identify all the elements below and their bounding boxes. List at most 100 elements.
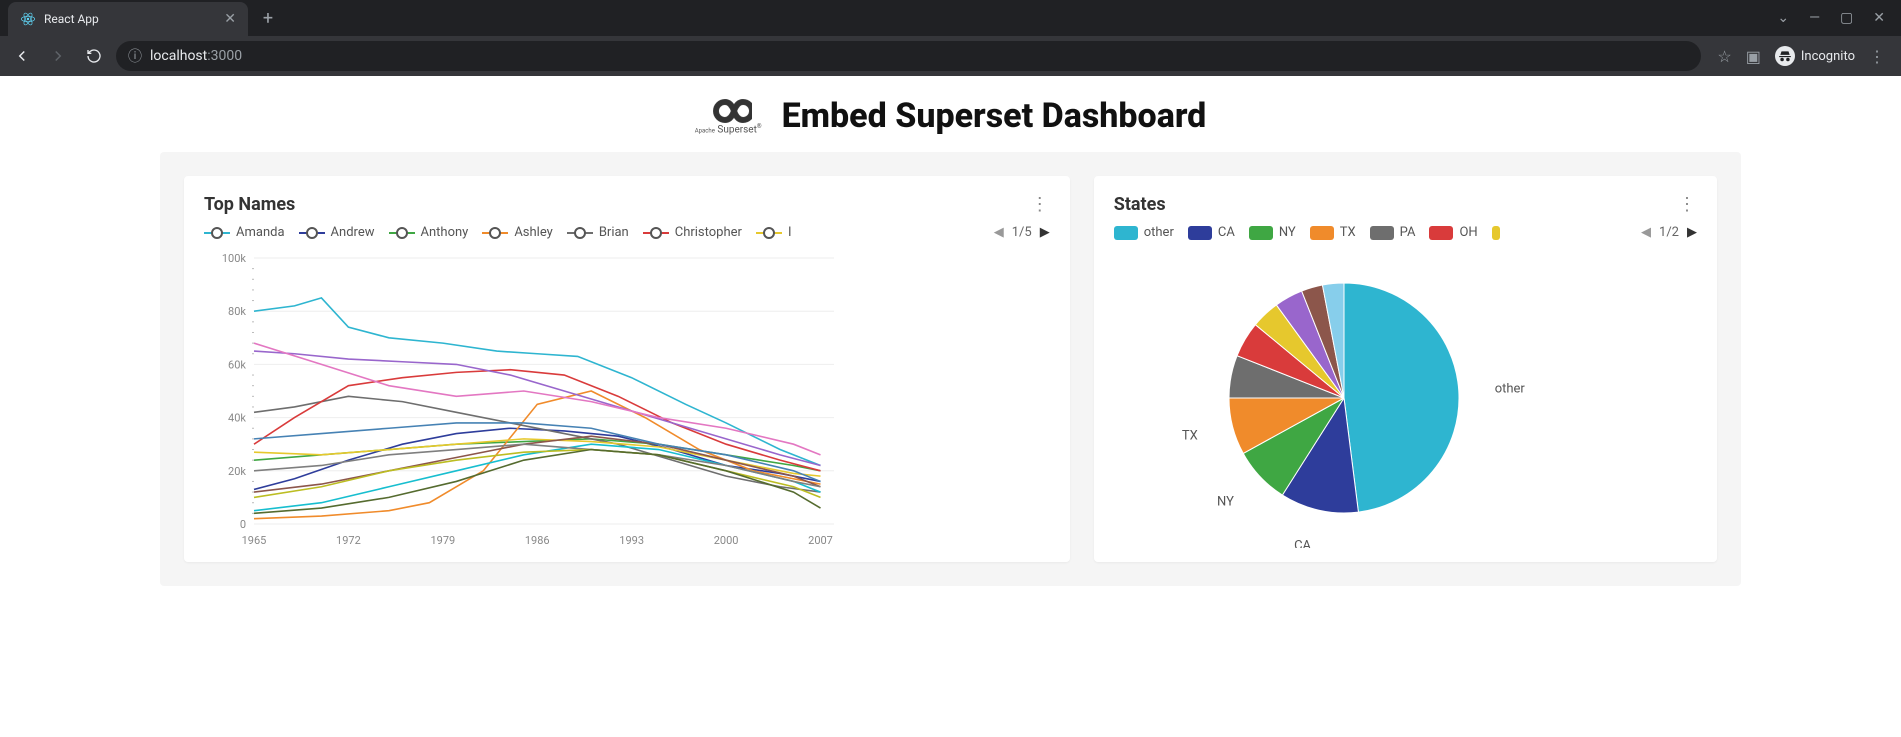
legend-label: PA <box>1400 225 1416 240</box>
window-maximize-icon[interactable]: ▢ <box>1840 10 1853 26</box>
legend-page-indicator: 1/2 <box>1659 225 1679 240</box>
svg-text:NY: NY <box>1217 494 1234 509</box>
legend-swatch-icon <box>1310 226 1334 240</box>
legend-prev-icon[interactable]: ◀ <box>994 225 1004 240</box>
legend-next-icon[interactable]: ▶ <box>1687 225 1697 240</box>
legend-item[interactable]: Anthony <box>389 225 469 240</box>
legend-item[interactable]: I <box>756 225 792 240</box>
legend-item[interactable] <box>1492 226 1506 240</box>
legend-item[interactable]: OH <box>1429 225 1477 240</box>
legend-item[interactable]: other <box>1114 225 1174 240</box>
legend-item[interactable]: Christopher <box>643 225 742 240</box>
card-menu-icon[interactable]: ⋮ <box>1678 194 1697 215</box>
legend-swatch-icon <box>1429 226 1453 240</box>
forward-button[interactable] <box>44 42 72 70</box>
legend-item[interactable]: CA <box>1188 225 1235 240</box>
svg-text:TX: TX <box>1182 429 1198 444</box>
legend-item[interactable]: PA <box>1370 225 1416 240</box>
svg-text:1965: 1965 <box>242 534 267 547</box>
legend-item[interactable]: Ashley <box>482 225 552 240</box>
dashboard-container: Top Names ⋮ Amanda Andrew Anthony Ashley Bri… <box>160 152 1741 586</box>
page-title: Embed Superset Dashboard <box>782 96 1207 136</box>
tab-title: React App <box>44 12 216 26</box>
legend-item[interactable]: TX <box>1310 225 1356 240</box>
legend-swatch-icon <box>1492 226 1500 240</box>
reload-button[interactable] <box>80 42 108 70</box>
legend-label: Andrew <box>331 225 375 240</box>
url-host: localhost <box>150 48 207 64</box>
window-close-icon[interactable]: ✕ <box>1873 10 1885 26</box>
incognito-badge: Incognito <box>1775 46 1855 66</box>
logo-subtext: Apache <box>695 127 715 134</box>
states-legend: other CA NY TX PA OH ◀ 1/2 ▶ <box>1114 225 1697 240</box>
legend-label: Christopher <box>675 225 742 240</box>
logo-text: Superset <box>717 124 757 135</box>
new-tab-button[interactable]: + <box>254 4 282 32</box>
svg-text:1972: 1972 <box>336 534 361 547</box>
legend-swatch-icon <box>1370 226 1394 240</box>
tab-close-icon[interactable]: ✕ <box>224 11 236 27</box>
legend-page-indicator: 1/5 <box>1012 225 1032 240</box>
legend-line-glyph-icon <box>756 227 782 239</box>
browser-tab[interactable]: React App ✕ <box>8 2 248 36</box>
svg-text:80k: 80k <box>228 305 246 318</box>
legend-line-glyph-icon <box>643 227 669 239</box>
browser-chrome: React App ✕ + ⌄ ― ▢ ✕ ⓘ localhost:3000 ☆… <box>0 0 1901 76</box>
legend-line-glyph-icon <box>389 227 415 239</box>
svg-text:2000: 2000 <box>714 534 739 547</box>
legend-label: Brian <box>599 225 629 240</box>
legend-line-glyph-icon <box>482 227 508 239</box>
legend-swatch-icon <box>1114 226 1138 240</box>
window-minimize-icon[interactable]: ― <box>1809 10 1820 26</box>
svg-text:100k: 100k <box>222 252 247 265</box>
browser-menu-icon[interactable]: ⋮ <box>1869 47 1885 66</box>
side-panel-icon[interactable]: ▣ <box>1746 47 1761 66</box>
legend-item[interactable]: Brian <box>567 225 629 240</box>
card-menu-icon[interactable]: ⋮ <box>1031 194 1050 215</box>
page-content: Apache Superset® Embed Superset Dashboar… <box>0 76 1901 586</box>
top-names-card: Top Names ⋮ Amanda Andrew Anthony Ashley Bri… <box>184 176 1070 562</box>
legend-label: OH <box>1459 225 1477 240</box>
legend-label: NY <box>1279 225 1296 240</box>
top-names-chart: 020k40k60k80k100k19651972197919861993200… <box>204 248 1050 548</box>
react-favicon-icon <box>20 11 36 27</box>
bookmark-star-icon[interactable]: ☆ <box>1717 47 1731 66</box>
card-title: States <box>1114 194 1166 215</box>
svg-text:40k: 40k <box>228 412 246 425</box>
browser-toolbar: ⓘ localhost:3000 ☆ ▣ Incognito ⋮ <box>0 36 1901 76</box>
states-card: States ⋮ other CA NY TX PA OH ◀ 1/2 ▶ other CA N… <box>1094 176 1717 562</box>
site-info-icon[interactable]: ⓘ <box>128 46 142 66</box>
legend-label: CA <box>1218 225 1235 240</box>
legend-label: Ashley <box>514 225 552 240</box>
svg-text:2007: 2007 <box>808 534 833 547</box>
legend-item[interactable]: NY <box>1249 225 1296 240</box>
legend-label: I <box>788 225 792 240</box>
svg-text:60k: 60k <box>228 358 246 371</box>
svg-text:CA: CA <box>1294 538 1311 548</box>
legend-label: Anthony <box>421 225 469 240</box>
legend-line-glyph-icon <box>204 227 230 239</box>
svg-text:1986: 1986 <box>525 534 550 547</box>
svg-text:1993: 1993 <box>619 534 644 547</box>
back-button[interactable] <box>8 42 36 70</box>
window-controls: ⌄ ― ▢ ✕ <box>1777 10 1901 26</box>
incognito-icon <box>1775 46 1795 66</box>
card-title: Top Names <box>204 194 295 215</box>
legend-item[interactable]: Andrew <box>299 225 375 240</box>
infinity-icon <box>704 97 752 125</box>
legend-line-glyph-icon <box>299 227 325 239</box>
legend-swatch-icon <box>1188 226 1212 240</box>
tab-dropdown-icon[interactable]: ⌄ <box>1777 10 1789 26</box>
legend-next-icon[interactable]: ▶ <box>1040 225 1050 240</box>
legend-label: Amanda <box>236 225 285 240</box>
incognito-label: Incognito <box>1801 49 1855 64</box>
tab-strip: React App ✕ + ⌄ ― ▢ ✕ <box>0 0 1901 36</box>
legend-label: TX <box>1340 225 1356 240</box>
legend-item[interactable]: Amanda <box>204 225 285 240</box>
legend-swatch-icon <box>1249 226 1273 240</box>
top-names-legend: Amanda Andrew Anthony Ashley Brian Christophe… <box>204 225 1050 240</box>
address-bar[interactable]: ⓘ localhost:3000 <box>116 41 1701 71</box>
legend-line-glyph-icon <box>567 227 593 239</box>
svg-text:other: other <box>1494 382 1525 397</box>
legend-prev-icon[interactable]: ◀ <box>1641 225 1651 240</box>
